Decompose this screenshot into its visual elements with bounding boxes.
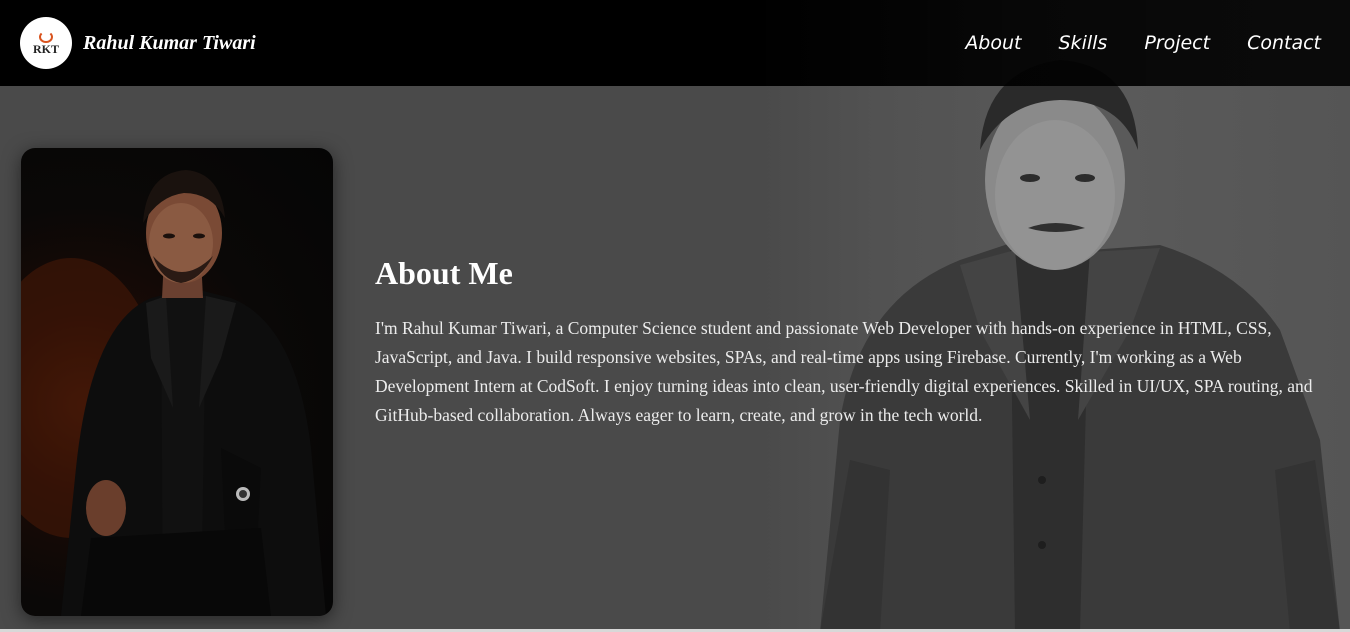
about-description: I'm Rahul Kumar Tiwari, a Computer Scien… [375, 318, 1313, 425]
brand[interactable]: RKT Rahul Kumar Tiwari [20, 17, 256, 69]
logo-text: RKT [32, 42, 59, 56]
navbar: RKT Rahul Kumar Tiwari About Skills Proj… [0, 0, 1350, 86]
brand-name[interactable]: Rahul Kumar Tiwari [83, 32, 256, 55]
nav-link-about[interactable]: About [965, 32, 1021, 54]
logo-icon[interactable]: RKT [20, 17, 72, 69]
nav-link-project[interactable]: Project [1144, 32, 1210, 54]
nav-link-contact[interactable]: Contact [1247, 32, 1321, 54]
about-title: About Me [375, 255, 513, 291]
about-section: About Me I'm Rahul Kumar Tiwari, a Compu… [375, 255, 1335, 430]
nav-link-skills[interactable]: Skills [1059, 32, 1108, 54]
nav-links: About Skills Project Contact [965, 32, 1330, 54]
profile-photo [21, 148, 333, 616]
